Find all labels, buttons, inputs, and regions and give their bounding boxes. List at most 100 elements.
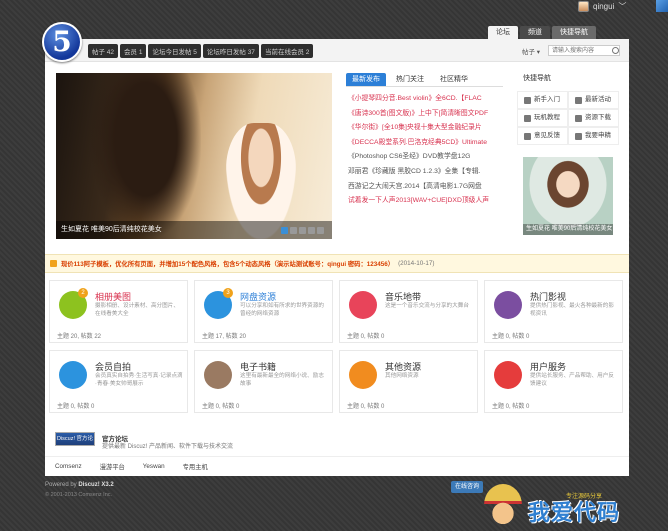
list-item[interactable]: 试着发一下人声2013[WAV+CUE]DXD顶级人声 bbox=[348, 194, 508, 209]
link-host[interactable]: 专用主机 bbox=[183, 462, 208, 471]
forum-card[interactable]: 其他资源 其他网络资源主题 0, 帖数 0 bbox=[339, 350, 478, 413]
tab-forum[interactable]: 论坛 bbox=[488, 26, 518, 39]
user-icon bbox=[524, 96, 531, 104]
announcement-icon bbox=[50, 260, 57, 267]
tab-quicknav[interactable]: 快捷导航 bbox=[552, 26, 596, 39]
forum-name[interactable]: 电子书籍 bbox=[240, 360, 276, 373]
music-note-icon[interactable] bbox=[349, 291, 377, 319]
forum-count: 主题 0, 帖数 0 bbox=[492, 404, 530, 410]
tab-channel[interactable]: 频道 bbox=[520, 26, 550, 39]
film-reel-icon[interactable] bbox=[494, 291, 522, 319]
link-yeswan[interactable]: Yeswan bbox=[143, 463, 165, 470]
official-desc: 提供最新 Discuz! 产品新闻、软件下载与技术交流 bbox=[102, 444, 234, 450]
forum-count: 主题 0, 帖数 0 bbox=[492, 334, 530, 340]
forum-desc: 提供站长服务、产品帮助、用户反馈建议 bbox=[530, 373, 614, 387]
footer-powered: Powered by Discuz! X3.2 bbox=[45, 482, 114, 488]
stat-members: 会员 1 bbox=[120, 44, 147, 58]
user-menu[interactable]: qingui ﹀ bbox=[578, 1, 626, 12]
news-list: 《小提琴四分音.Best violin》全6CD.【FLAC 《唐诗300首(图… bbox=[348, 92, 508, 209]
calendar-icon bbox=[575, 96, 582, 104]
slide-dot[interactable] bbox=[290, 227, 297, 234]
forum-name[interactable]: 音乐地带 bbox=[385, 290, 421, 303]
footer-copyright: © 2001-2013 Comsenz Inc. bbox=[45, 492, 113, 498]
forum-desc: 其他网络资源 bbox=[385, 373, 419, 379]
forum-name[interactable]: 其他资源 bbox=[385, 360, 421, 373]
forum-desc: 提供热门影视、最火各种最新的影视资讯 bbox=[530, 303, 614, 317]
forum-name[interactable]: 网盘资源 bbox=[240, 290, 276, 303]
stat-yesterday: 论坛昨日发帖 37 bbox=[202, 44, 259, 58]
online-consult-button[interactable]: 在线咨询 bbox=[451, 481, 484, 493]
list-item[interactable]: 《小提琴四分音.Best violin》全6CD.【FLAC bbox=[348, 92, 508, 107]
footer-brand[interactable]: Discuz! X3.2 bbox=[78, 482, 113, 488]
notice-date: (2014-10-17) bbox=[398, 260, 435, 267]
forum-name[interactable]: 相册美图 bbox=[95, 290, 131, 303]
search-type-select[interactable]: 帖子 ▾ bbox=[522, 46, 540, 56]
forum-desc: 这是一个音乐交流与分享的大舞台 bbox=[385, 303, 469, 309]
username[interactable]: qingui bbox=[593, 2, 614, 11]
forum-count: 主题 0, 帖数 0 bbox=[57, 404, 95, 410]
forum-card[interactable]: 3 网盘资源 可以分享和如有所求的世界资源的曾经的网络资源主题 17, 帖数 20 bbox=[194, 280, 333, 343]
notice-text[interactable]: 现价113阿子模板，优化所有页面，并增加15个配色风格，包含5个动态风格（演示站… bbox=[61, 259, 394, 268]
slide-dots bbox=[281, 227, 324, 234]
list-item[interactable]: 《华尔街》[全10集]央视十集大型金融纪录片 bbox=[348, 121, 508, 136]
quicknav-events[interactable]: 最新活动 bbox=[568, 91, 619, 109]
quicknav-image[interactable]: 生如夏花 唯美90后清纯校花美女 bbox=[523, 157, 613, 235]
link-manyou[interactable]: 漫游平台 bbox=[100, 462, 125, 471]
quicknav-image-caption[interactable]: 生如夏花 唯美90后清纯校花美女 bbox=[523, 224, 613, 235]
list-item[interactable]: 《DECCA殿堂系列.巴洛克经典5CD》Ultimate bbox=[348, 136, 508, 151]
forum-card[interactable]: 音乐地带 这是一个音乐交流与分享的大舞台 主题 0, 帖数 0 bbox=[339, 280, 478, 343]
friend-links: Comsenz 漫游平台 Yeswan 专用主机 bbox=[45, 456, 629, 476]
forum-card[interactable]: 电子书籍 这里有最新最全的网络小说、励志故事 主题 0, 帖数 0 bbox=[194, 350, 333, 413]
slideshow[interactable]: 生如夏花 唯美90后清纯校花美女 bbox=[56, 73, 332, 239]
stat-posts: 帖子 42 bbox=[88, 44, 119, 58]
list-item[interactable]: 邓丽君《珍藏版 黑胶CD 1.2.3》全集【专辑. bbox=[348, 165, 508, 180]
crown-icon[interactable] bbox=[349, 361, 377, 389]
forum-card[interactable]: 热门影视 提供热门影视、最火各种最新的影视资讯主题 0, 帖数 0 bbox=[484, 280, 623, 343]
slide-dot[interactable] bbox=[308, 227, 315, 234]
quicknav-download[interactable]: 资源下载 bbox=[568, 109, 619, 127]
quicknav-title: 快捷导航 bbox=[523, 75, 551, 82]
news-tabs: 最新发布 热门关注 社区精华 bbox=[346, 73, 503, 87]
forum-card[interactable]: 2 相册美图 摄影相册、设计素材、高分图片、在线看美大全 主题 20, 帖数 22 bbox=[49, 280, 188, 343]
list-item[interactable]: 《Photoshop CS6圣经》DVD教学盘12G bbox=[348, 150, 508, 165]
quicknav-newbie[interactable]: 新手入门 bbox=[517, 91, 568, 109]
new-badge: 2 bbox=[78, 288, 88, 298]
avatar[interactable] bbox=[578, 1, 589, 12]
new-badge: 3 bbox=[223, 288, 233, 298]
forum-count: 主题 0, 帖数 0 bbox=[347, 404, 385, 410]
slide-dot[interactable] bbox=[299, 227, 306, 234]
forum-card[interactable]: 用户服务 提供站长服务、产品帮助、用户反馈建议主题 0, 帖数 0 bbox=[484, 350, 623, 413]
forum-name[interactable]: 用户服务 bbox=[530, 360, 566, 373]
link-comsenz[interactable]: Comsenz bbox=[55, 463, 82, 470]
news-tab-digest[interactable]: 社区精华 bbox=[434, 73, 474, 86]
quicknav-feedback[interactable]: 意见反馈 bbox=[517, 127, 568, 145]
official-logo[interactable]: Discuz! 官方论坛 bbox=[55, 432, 95, 454]
search-icon[interactable] bbox=[612, 47, 619, 54]
quicknav-apply[interactable]: 我要申精 bbox=[568, 127, 619, 145]
slide-dot[interactable] bbox=[281, 227, 288, 234]
forum-desc: 可以分享和如有所求的世界资源的曾经的网络资源 bbox=[240, 303, 324, 317]
nav-tabs: 论坛 频道 快捷导航 bbox=[488, 26, 596, 39]
list-item[interactable]: 西游记之大闹天宫.2014【高清电影1.7G网盘 bbox=[348, 180, 508, 195]
corner-icon[interactable] bbox=[656, 0, 668, 12]
stat-today: 论坛今日发帖 5 bbox=[148, 44, 201, 58]
forum-desc: 会员真实自拍秀·生活写真·记录点滴·青春·美女帅哥展示 bbox=[95, 373, 183, 387]
news-tab-latest[interactable]: 最新发布 bbox=[346, 73, 386, 86]
news-tab-hot[interactable]: 热门关注 bbox=[390, 73, 430, 86]
forum-count: 主题 17, 帖数 20 bbox=[202, 334, 247, 340]
stat-online: 当前在线会员 2 bbox=[260, 44, 314, 58]
search-input[interactable] bbox=[548, 45, 620, 56]
book-icon bbox=[524, 114, 531, 122]
vip-icon[interactable] bbox=[494, 361, 522, 389]
forum-name[interactable]: 会员自拍 bbox=[95, 360, 131, 373]
quicknav-tutorial[interactable]: 玩机教程 bbox=[517, 109, 568, 127]
portrait-icon[interactable] bbox=[59, 361, 87, 389]
chevron-down-icon[interactable]: ﹀ bbox=[618, 1, 626, 12]
watermark-brand: 我爱代码 bbox=[528, 500, 621, 526]
site-logo[interactable]: 5 bbox=[42, 22, 82, 62]
book-icon[interactable] bbox=[204, 361, 232, 389]
list-item[interactable]: 《唐诗300首(图文版)》上中下[简清晰图文PDF bbox=[348, 107, 508, 122]
slide-dot[interactable] bbox=[317, 227, 324, 234]
forum-name[interactable]: 热门影视 bbox=[530, 290, 566, 303]
forum-card[interactable]: 会员自拍 会员真实自拍秀·生活写真·记录点滴·青春·美女帅哥展示主题 0, 帖数 … bbox=[49, 350, 188, 413]
